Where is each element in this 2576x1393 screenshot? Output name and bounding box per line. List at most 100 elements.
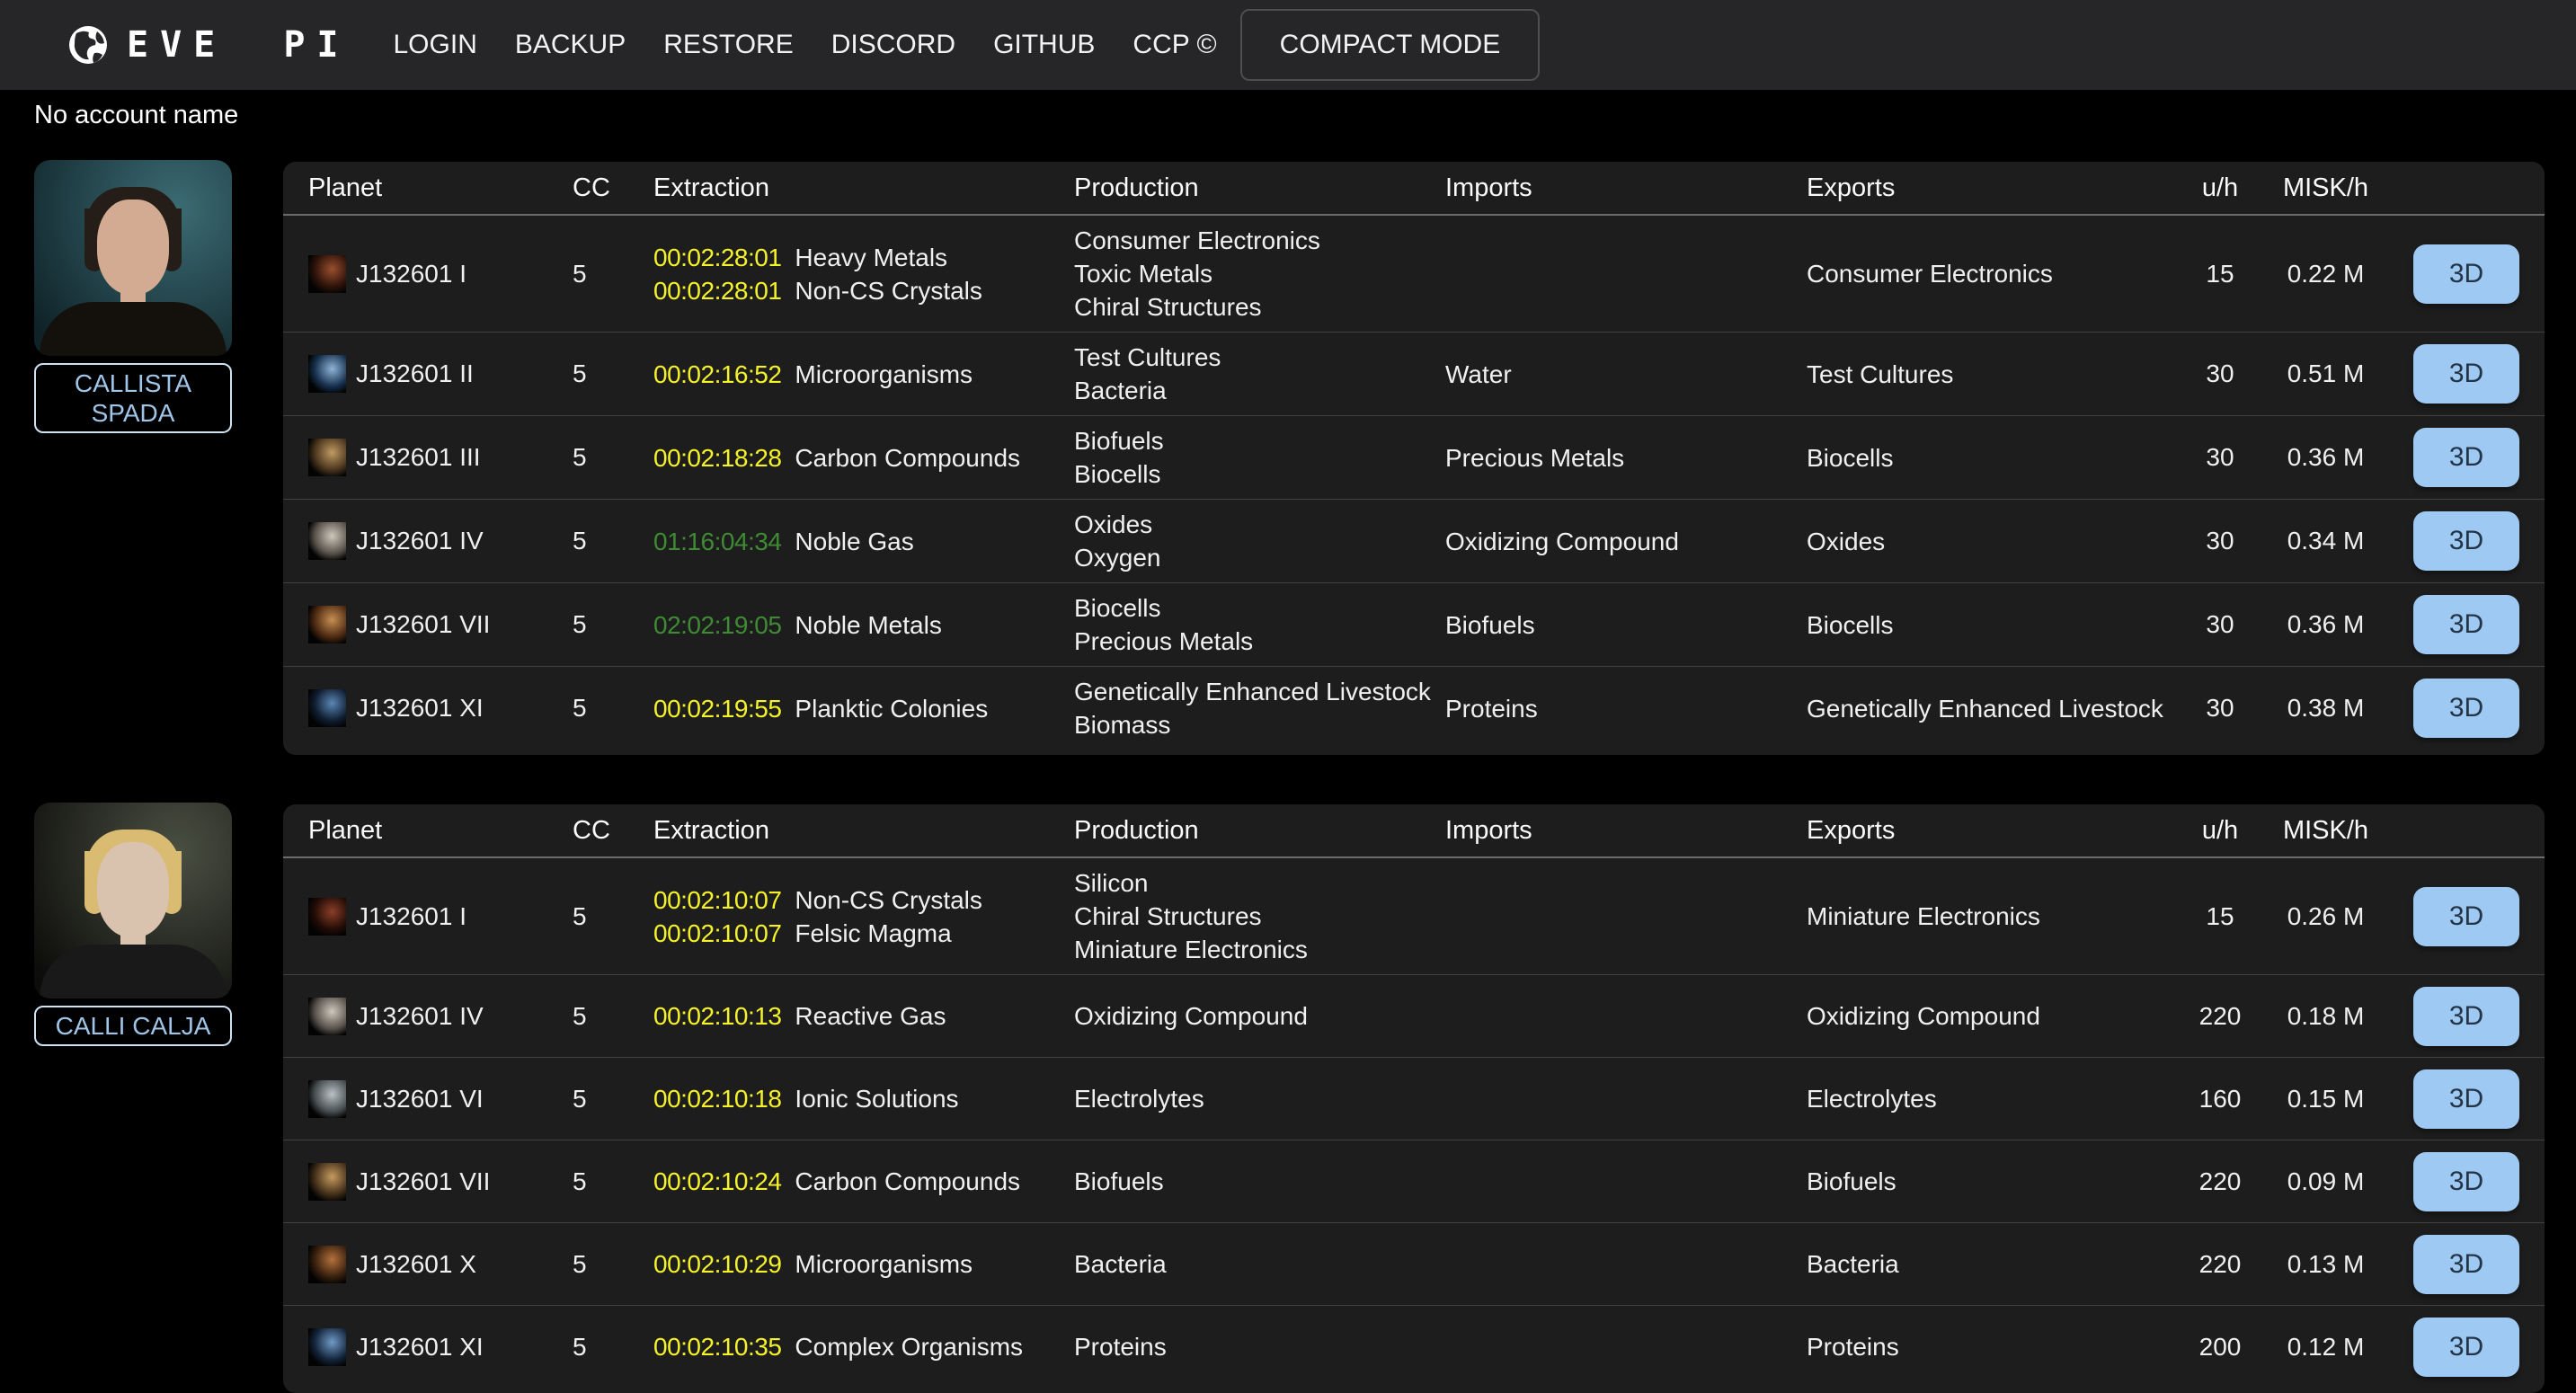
nav-item[interactable]: GITHUB <box>993 30 1095 60</box>
3d-button[interactable]: 3D <box>2413 244 2519 304</box>
table-row: J132601 XI 5 00:02:19:55Planktic Colonie… <box>283 666 2545 750</box>
uh-value: 15 <box>2180 902 2261 931</box>
production-cell: Proteins <box>1074 1330 1445 1363</box>
3d-button[interactable]: 3D <box>2413 595 2519 654</box>
character-column: CALLISTA SPADA <box>34 160 232 433</box>
misk-value: 0.13 M <box>2261 1250 2391 1279</box>
planet-icon <box>308 255 346 293</box>
extraction-timer: 00:02:28:01 <box>653 274 781 307</box>
3d-button[interactable]: 3D <box>2413 679 2519 738</box>
header-extraction: Extraction <box>653 816 1074 846</box>
extraction-timer: 00:02:10:35 <box>653 1330 781 1363</box>
extraction-timer: 02:02:19:05 <box>653 608 781 642</box>
exports-cell: Oxidizing Compound <box>1807 999 2180 1033</box>
button-cell: 3D <box>2413 1318 2519 1377</box>
character-portrait[interactable] <box>34 160 232 356</box>
extraction-resource: Noble Gas <box>795 525 913 558</box>
nav-item[interactable]: LOGIN <box>394 30 477 60</box>
3d-button[interactable]: 3D <box>2413 511 2519 571</box>
extraction-cell: 00:02:10:24Carbon Compounds <box>653 1165 1074 1198</box>
header-imports: Imports <box>1445 816 1807 846</box>
extraction-resource: Microorganisms <box>795 1247 973 1281</box>
misk-value: 0.36 M <box>2261 610 2391 639</box>
extraction-cell: 00:02:10:35 Complex Organisms <box>653 1330 1074 1363</box>
exports-item: Proteins <box>1807 1330 2180 1363</box>
production-item: Bacteria <box>1074 1247 1445 1281</box>
nav-item[interactable]: CCP © <box>1133 30 1216 60</box>
misk-value: 0.36 M <box>2261 443 2391 472</box>
character-portrait[interactable] <box>34 803 232 998</box>
button-cell: 3D <box>2413 1235 2519 1294</box>
character-column: CALLI CALJA <box>34 803 232 1046</box>
exports-item: Consumer Electronics <box>1807 257 2180 290</box>
planet-icon <box>308 689 346 727</box>
character-name-button[interactable]: CALLI CALJA <box>34 1006 232 1046</box>
extraction-timer: 00:02:10:18 <box>653 1082 781 1115</box>
planet-cell: J132601 IV <box>308 522 573 560</box>
production-item: Oxides <box>1074 508 1445 541</box>
3d-button[interactable]: 3D <box>2413 1069 2519 1129</box>
3d-button[interactable]: 3D <box>2413 1318 2519 1377</box>
3d-button[interactable]: 3D <box>2413 1152 2519 1211</box>
portrait-shoulders <box>40 945 227 998</box>
production-item: Test Cultures <box>1074 341 1445 374</box>
extraction-timer: 00:02:10:07 <box>653 917 781 950</box>
planet-icon <box>308 1246 346 1283</box>
extraction-resource: Non-CS Crystals <box>795 883 982 917</box>
exports-item: Bacteria <box>1807 1247 2180 1281</box>
production-cell: BiocellsPrecious Metals <box>1074 591 1445 658</box>
button-cell: 3D <box>2413 595 2519 654</box>
3d-button[interactable]: 3D <box>2413 987 2519 1046</box>
header-planet: Planet <box>308 173 573 203</box>
3d-button[interactable]: 3D <box>2413 887 2519 946</box>
cc-value: 5 <box>573 694 653 723</box>
extraction-resource: Planktic Colonies <box>795 692 988 725</box>
planet-icon <box>308 606 346 643</box>
planet-cell: J132601 XI <box>308 1328 573 1366</box>
compact-mode-button[interactable]: COMPACT MODE <box>1240 9 1541 81</box>
nav-item[interactable]: RESTORE <box>663 30 793 60</box>
navbar: EVE PI LOGINBACKUPRESTOREDISCORDGITHUBCC… <box>0 0 2576 90</box>
production-item: Proteins <box>1074 1330 1445 1363</box>
planet-name: J132601 IV <box>356 527 484 555</box>
3d-button[interactable]: 3D <box>2413 428 2519 487</box>
extraction-resource: Ionic Solutions <box>795 1082 958 1115</box>
exports-cell: Oxides <box>1807 525 2180 558</box>
misk-value: 0.38 M <box>2261 694 2391 723</box>
planet-name: J132601 VII <box>356 610 490 639</box>
uh-value: 15 <box>2180 260 2261 288</box>
extraction-timer: 00:02:10:24 <box>653 1165 781 1198</box>
extraction-resource: Non-CS Crystals <box>795 274 982 307</box>
table-row: J132601 IV 5 01:16:04:34Noble Gas Oxides… <box>283 499 2545 582</box>
production-cell: OxidesOxygen <box>1074 508 1445 574</box>
header-miskh: MISK/h <box>2261 816 2391 846</box>
table-row: J132601 VII 5 00:02:10:24Carbon Compound… <box>283 1140 2545 1222</box>
button-cell: 3D <box>2413 679 2519 738</box>
button-cell: 3D <box>2413 987 2519 1046</box>
exports-item: Oxides <box>1807 525 2180 558</box>
exports-item: Miniature Electronics <box>1807 900 2180 933</box>
button-cell: 3D <box>2413 244 2519 304</box>
nav-item[interactable]: BACKUP <box>515 30 626 60</box>
cc-value: 5 <box>573 359 653 388</box>
header-cc: CC <box>573 816 653 846</box>
button-cell: 3D <box>2413 428 2519 487</box>
extraction-cell: 00:02:28:01Heavy Metals00:02:28:01Non-CS… <box>653 241 1074 307</box>
table-body: J132601 I 5 00:02:28:01Heavy Metals00:02… <box>283 216 2545 750</box>
cc-value: 5 <box>573 260 653 288</box>
exports-item: Electrolytes <box>1807 1082 2180 1115</box>
3d-button[interactable]: 3D <box>2413 1235 2519 1294</box>
production-cell: Test CulturesBacteria <box>1074 341 1445 407</box>
planet-cell: J132601 VII <box>308 1163 573 1201</box>
imports-cell: Water <box>1445 358 1807 391</box>
exports-item: Test Cultures <box>1807 358 2180 391</box>
extraction-resource: Complex Organisms <box>795 1330 1023 1363</box>
exports-cell: Test Cultures <box>1807 358 2180 391</box>
character-name-button[interactable]: CALLISTA SPADA <box>34 363 232 433</box>
exports-cell: Consumer Electronics <box>1807 257 2180 290</box>
3d-button[interactable]: 3D <box>2413 344 2519 404</box>
imports-item: Water <box>1445 358 1807 391</box>
production-item: Genetically Enhanced Livestock <box>1074 675 1445 708</box>
planet-icon <box>308 439 346 476</box>
nav-item[interactable]: DISCORD <box>831 30 955 60</box>
